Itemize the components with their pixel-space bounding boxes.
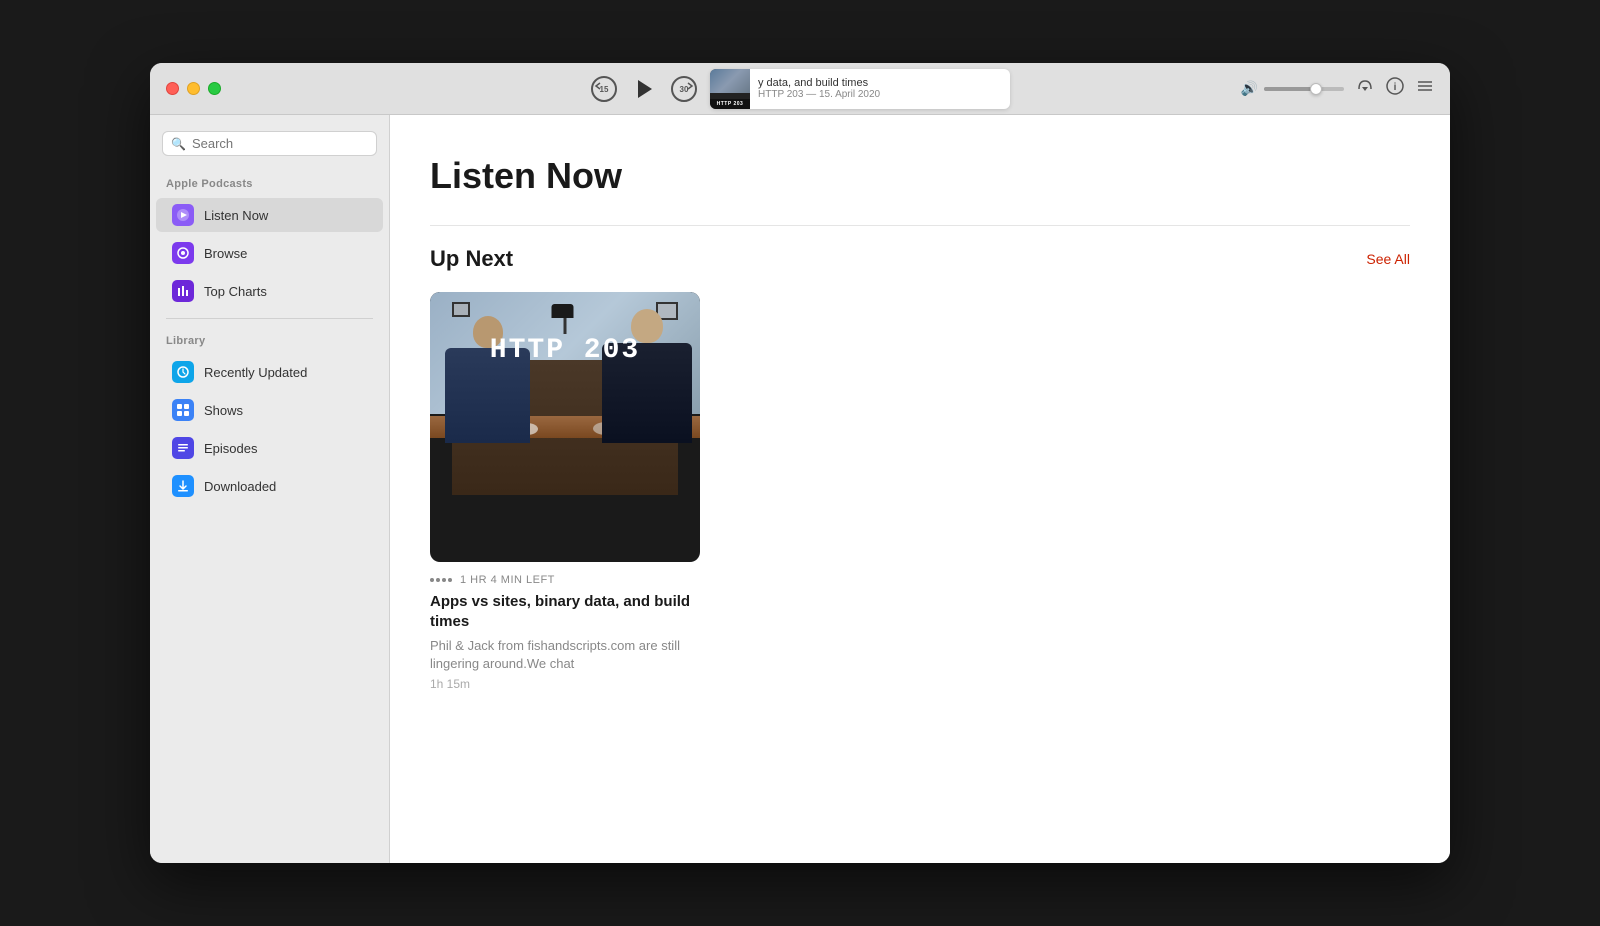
podcast-card[interactable]: HTTP 203 1 HR 4 MIN LEFT Apps vs sites, [430,292,700,691]
downloaded-label: Downloaded [204,479,276,494]
search-input-wrap[interactable]: 🔍 [162,131,377,156]
sidebar-item-downloaded[interactable]: Downloaded [156,469,383,503]
episodes-label: Episodes [204,441,257,456]
progress-row: 1 HR 4 MIN LEFT [430,574,700,586]
airplay-icon[interactable] [1356,77,1374,100]
card-duration: 1h 15m [430,677,700,691]
listen-now-label: Listen Now [204,208,268,223]
recently-updated-icon [172,361,194,383]
play-button[interactable] [632,77,656,101]
search-icon: 🔍 [171,137,186,151]
downloaded-icon [172,475,194,497]
page-title: Listen Now [430,155,1410,197]
minimize-button[interactable] [187,82,200,95]
titlebar: 15 30 [150,63,1450,115]
svg-text:15: 15 [600,85,609,94]
titlebar-center: 15 30 [590,69,1010,109]
sidebar-item-browse[interactable]: Browse [156,236,383,270]
list-icon[interactable] [1416,77,1434,100]
search-container: 🔍 [150,131,389,168]
volume-control: 🔊 [1241,80,1344,97]
episodes-icon [172,437,194,459]
volume-icon: 🔊 [1241,80,1258,97]
now-playing-info: y data, and build times HTTP 203 — 15. A… [750,73,1010,104]
card-title: Apps vs sites, binary data, and build ti… [430,592,700,631]
browse-icon [172,242,194,264]
person-right [602,309,692,443]
listen-now-icon [172,204,194,226]
transport-controls: 15 30 [590,75,698,103]
close-button[interactable] [166,82,179,95]
apple-podcasts-section-label: Apple Podcasts [150,172,389,194]
sidebar-item-episodes[interactable]: Episodes [156,431,383,465]
search-input[interactable] [192,136,368,151]
sidebar-divider [166,318,373,319]
progress-text: 1 HR 4 MIN LEFT [460,574,555,586]
dot-2 [436,578,440,582]
shows-label: Shows [204,403,243,418]
titlebar-right: 🔊 i [1241,77,1434,100]
sidebar-item-recently-updated[interactable]: Recently Updated [156,355,383,389]
library-section-label: Library [150,329,389,351]
browse-label: Browse [204,246,247,261]
dot-1 [430,578,434,582]
volume-slider[interactable] [1264,87,1344,91]
up-next-header: Up Next See All [430,246,1410,272]
up-next-title: Up Next [430,246,513,272]
show-name-logo: HTTP 203 [490,335,640,366]
section-divider [430,225,1410,226]
sidebar-item-shows[interactable]: Shows [156,393,383,427]
maximize-button[interactable] [208,82,221,95]
podcast-thumbnail: HTTP 203 [430,292,700,562]
progress-dots [430,578,452,582]
card-description: Phil & Jack from fishandscripts.com are … [430,637,700,673]
top-charts-icon [172,280,194,302]
dot-3 [442,578,446,582]
svg-text:i: i [1394,82,1397,93]
see-all-button[interactable]: See All [1366,251,1410,267]
now-playing-card[interactable]: HTTP 203 y data, and build times HTTP 20… [710,69,1010,109]
sidebar-item-top-charts[interactable]: Top Charts [156,274,383,308]
traffic-lights [166,82,221,95]
sidebar: 🔍 Apple Podcasts Listen Now [150,115,390,863]
info-icon[interactable]: i [1386,77,1404,100]
skip-forward-button[interactable]: 30 [670,75,698,103]
svg-text:30: 30 [680,85,689,94]
dot-4 [448,578,452,582]
sidebar-item-listen-now[interactable]: Listen Now [156,198,383,232]
now-playing-thumbnail: HTTP 203 [710,69,750,109]
recently-updated-label: Recently Updated [204,365,307,380]
shows-icon [172,399,194,421]
top-charts-label: Top Charts [204,284,267,299]
skip-back-button[interactable]: 15 [590,75,618,103]
main-layout: 🔍 Apple Podcasts Listen Now [150,115,1450,863]
app-window: 15 30 [150,63,1450,863]
content-area: Listen Now Up Next See All [390,115,1450,863]
